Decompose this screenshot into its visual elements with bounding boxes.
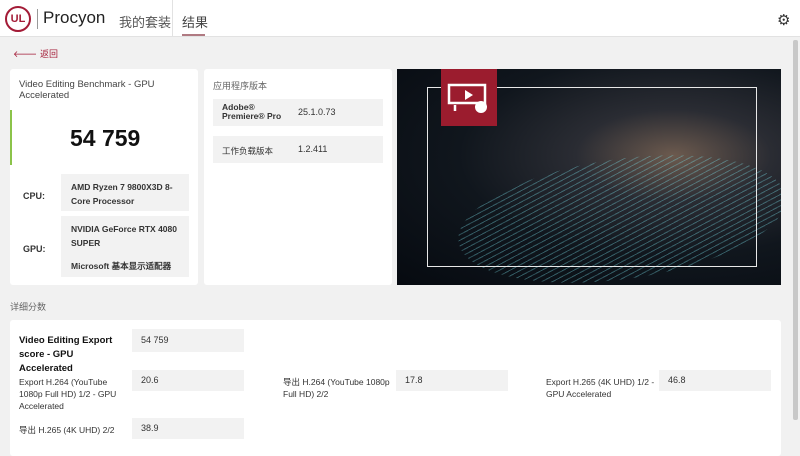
tab-results[interactable]: 结果 — [182, 12, 208, 31]
version-value: 1.2.411 — [298, 144, 328, 154]
benchmark-hero-image — [397, 69, 781, 285]
ul-logo: UL — [5, 6, 31, 32]
detail-main-value: 54 759 — [141, 335, 169, 345]
cpu-value: AMD Ryzen 7 9800X3D 8-Core Processor — [71, 182, 173, 206]
detail-value-box: 38.9 — [132, 418, 244, 439]
back-label: 返回 — [40, 50, 59, 60]
version-value: 25.1.0.73 — [298, 107, 336, 117]
detail-value: 38.9 — [141, 423, 159, 433]
overall-score: 54 759 — [70, 125, 141, 151]
cpu-value-box: AMD Ryzen 7 9800X3D 8-Core Processor — [61, 174, 189, 211]
version-row: Adobe® Premiere® Pro 25.1.0.73 — [213, 99, 383, 126]
nav-divider — [172, 0, 173, 37]
details-card: Video Editing Export score - GPU Acceler… — [10, 320, 781, 456]
scrollbar-thumb[interactable] — [793, 40, 798, 420]
version-label: Adobe® Premiere® Pro — [222, 102, 282, 121]
benchmark-title: Video Editing Benchmark - GPU Accelerate… — [19, 79, 155, 101]
detail-label: Export H.264 (YouTube 1080p Full HD) 1/2… — [19, 377, 117, 411]
detail-value: 46.8 — [668, 375, 686, 385]
gpu-label: GPU: — [23, 244, 46, 254]
video-editing-icon — [441, 69, 497, 126]
back-link[interactable]: 🡐 返回 — [13, 47, 58, 60]
detail-value-box: 46.8 — [659, 370, 771, 391]
arrow-left-icon: 🡐 — [13, 50, 38, 60]
versions-title: 应用程序版本 — [213, 81, 268, 91]
gear-icon[interactable]: ⚙ — [777, 11, 790, 29]
tab-my-suites[interactable]: 我的套装 — [119, 12, 171, 31]
detail-value: 17.8 — [405, 375, 423, 385]
active-tab-indicator — [182, 34, 205, 36]
detail-main-label: Video Editing Export score - GPU Acceler… — [19, 335, 113, 374]
logo-divider — [37, 9, 38, 29]
gpu-value-1: NVIDIA GeForce RTX 4080 SUPER — [71, 224, 177, 248]
version-label: 工作负载版本 — [222, 146, 274, 156]
gpu-value-box: NVIDIA GeForce RTX 4080 SUPER Microsoft … — [61, 216, 189, 277]
cpu-label: CPU: — [23, 191, 45, 201]
detail-label: 导出 H.265 (4K UHD) 2/2 — [19, 425, 115, 435]
app-title: Procyon — [43, 8, 106, 27]
gpu-value-2: Microsoft 基本显示适配器 — [71, 261, 172, 271]
version-row: 工作负载版本 1.2.411 — [213, 136, 383, 163]
versions-card: 应用程序版本 Adobe® Premiere® Pro 25.1.0.73 工作… — [204, 69, 392, 285]
detail-value: 20.6 — [141, 375, 159, 385]
details-title: 详细分数 — [10, 302, 47, 312]
detail-main-value-box: 54 759 — [132, 329, 244, 352]
detail-value-box: 17.8 — [396, 370, 508, 391]
score-indicator-bar — [10, 110, 12, 165]
detail-label: 导出 H.264 (YouTube 1080p Full HD) 2/2 — [283, 377, 390, 399]
top-bar: UL Procyon 我的套装 结果 ⚙ — [0, 0, 800, 37]
detail-value-box: 20.6 — [132, 370, 244, 391]
detail-label: Export H.265 (4K UHD) 1/2 - GPU Accelera… — [546, 377, 655, 399]
